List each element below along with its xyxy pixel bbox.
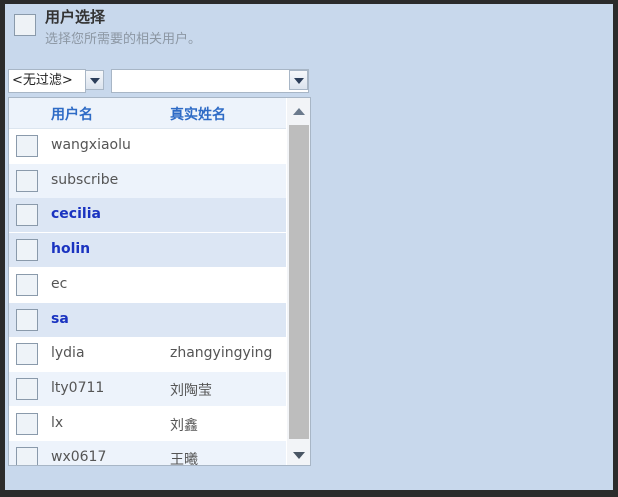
list-item[interactable]: sa xyxy=(9,302,286,337)
user-icon xyxy=(16,343,38,366)
filter-dropdown-icon[interactable] xyxy=(85,70,104,90)
username-cell: wangxiaolu xyxy=(51,137,131,153)
scroll-thumb[interactable] xyxy=(289,125,309,439)
list-item[interactable]: lty0711 刘陶莹 xyxy=(9,371,286,406)
list-item[interactable]: cecilia xyxy=(9,198,286,233)
username-cell: lx xyxy=(51,414,64,431)
real-name-cell: zhangyingying xyxy=(170,345,273,362)
user-icon xyxy=(16,204,38,227)
user-icon xyxy=(16,412,38,435)
user-list: 用户名 真实姓名 wangxiaolu subscribe cecilia holin… xyxy=(8,97,311,466)
column-header-real-name[interactable]: 真实姓名 xyxy=(170,104,226,124)
user-select-icon xyxy=(14,14,36,36)
username-cell: cecilia xyxy=(51,206,101,223)
scroll-up-icon[interactable] xyxy=(293,108,305,115)
user-icon xyxy=(16,447,38,465)
list-item[interactable]: lx 刘鑫 xyxy=(9,406,286,441)
list-header: 用户名 真实姓名 xyxy=(9,98,286,129)
real-name-cell: 刘鑫 xyxy=(170,417,198,434)
user-icon xyxy=(16,273,38,296)
username-cell: wx0617 xyxy=(51,449,107,466)
list-item[interactable]: lydia zhangyingying xyxy=(9,337,286,372)
real-name-cell: 刘陶莹 xyxy=(170,382,212,399)
username-cell: lydia xyxy=(51,345,85,362)
page-title: 用户选择 xyxy=(45,8,106,26)
username-cell: ec xyxy=(51,275,68,292)
user-icon xyxy=(16,308,38,331)
username-cell: subscribe xyxy=(51,171,119,188)
search-dropdown-icon[interactable] xyxy=(289,70,308,90)
scroll-down-icon[interactable] xyxy=(293,452,305,459)
username-cell: sa xyxy=(51,310,69,327)
real-name-cell: 王曦 xyxy=(170,452,198,466)
user-select-panel: 用户选择 选择您所需要的相关用户。 <无过滤> 用户名 真实姓名 wangxia… xyxy=(5,4,613,490)
list-item[interactable]: holin xyxy=(9,233,286,268)
user-icon xyxy=(16,239,38,262)
user-icon xyxy=(16,169,38,192)
username-cell: holin xyxy=(51,241,91,258)
list-item[interactable]: subscribe xyxy=(9,163,286,198)
list-item[interactable]: ec xyxy=(9,267,286,302)
page-subtitle: 选择您所需要的相关用户。 xyxy=(45,32,202,47)
list-item[interactable]: wangxiaolu xyxy=(9,129,286,163)
search-input[interactable] xyxy=(111,69,309,93)
username-cell: lty0711 xyxy=(51,379,105,396)
user-icon xyxy=(16,135,38,157)
filter-select[interactable]: <无过滤> xyxy=(8,69,86,93)
user-icon xyxy=(16,377,38,400)
column-header-username[interactable]: 用户名 xyxy=(51,104,93,124)
scrollbar[interactable] xyxy=(287,98,310,465)
list-item[interactable]: wx0617 王曦 xyxy=(9,441,286,466)
